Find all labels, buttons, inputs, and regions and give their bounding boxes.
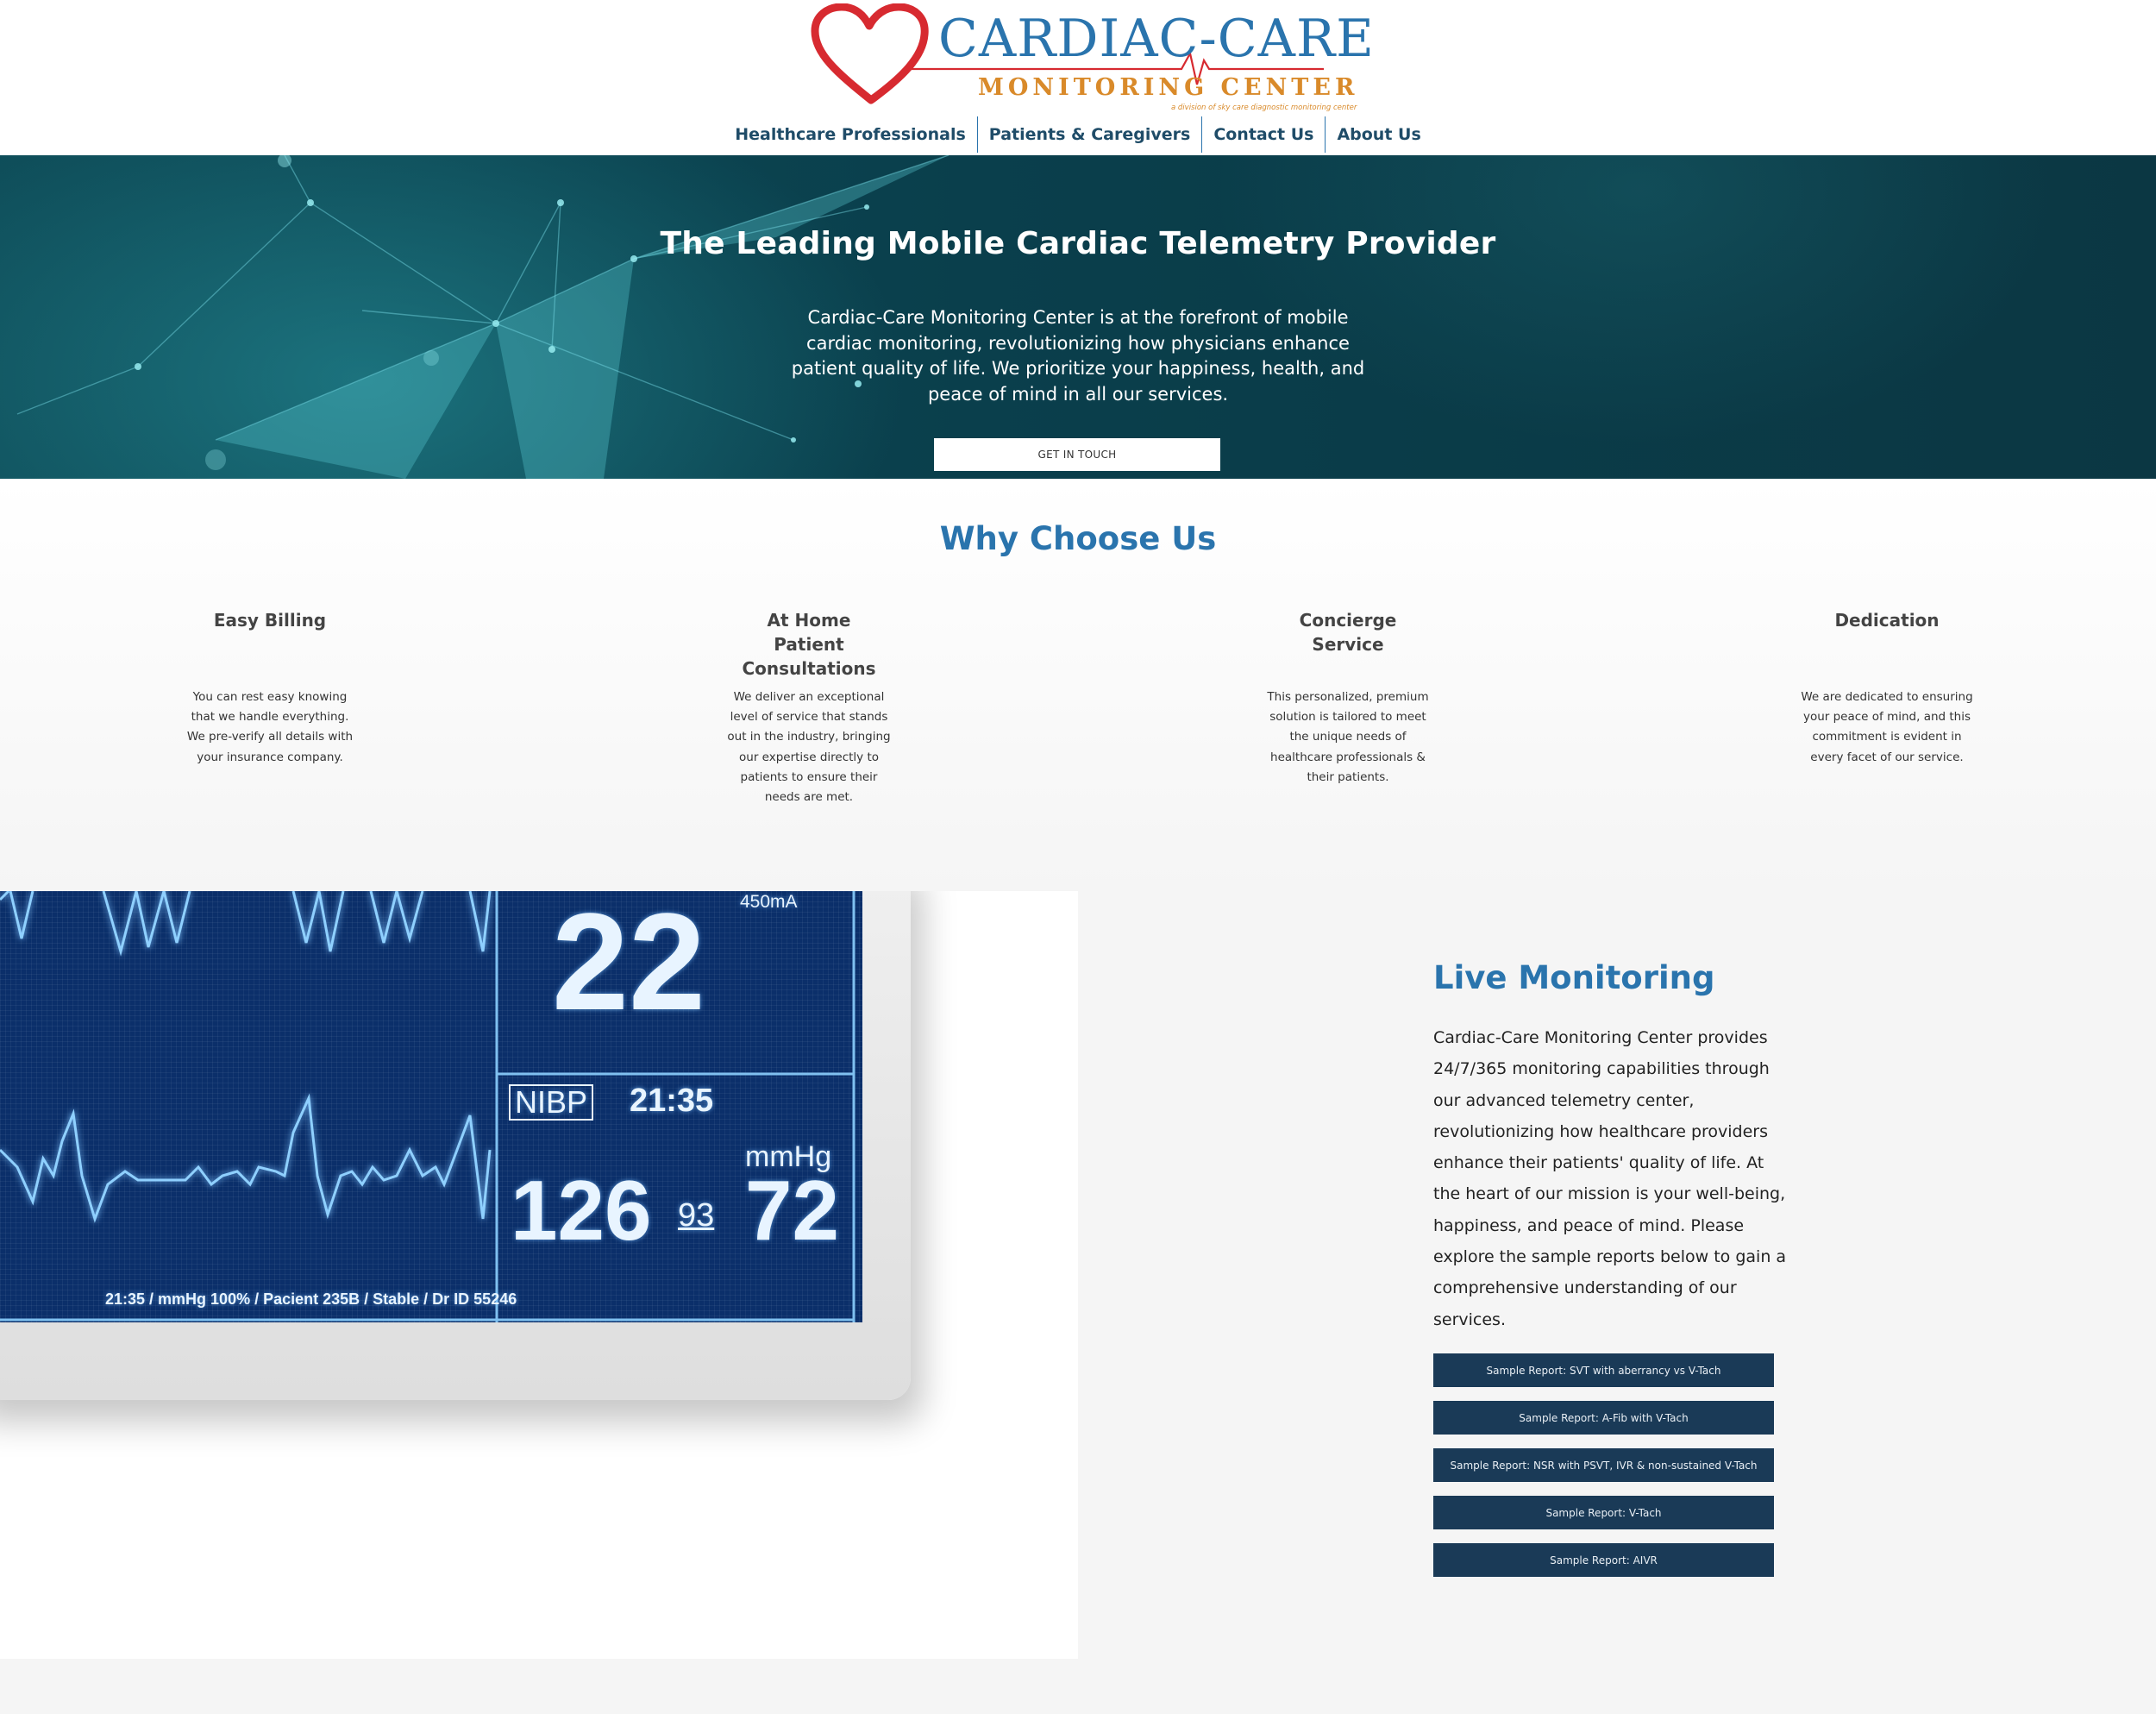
section-body: Cardiac-Care Monitoring Center provides … <box>1433 1028 1787 1329</box>
feature-text: This personalized, premium solution is t… <box>1267 690 1429 784</box>
logo-title: CARDIAC-CARE <box>938 9 1375 69</box>
nav-healthcare-professionals[interactable]: Healthcare Professionals <box>724 116 977 153</box>
logo-tagline: a division of sky care diagnostic monito… <box>1171 104 1357 112</box>
sample-report-button[interactable]: Sample Report: NSR with PSVT, IVR & non-… <box>1433 1448 1774 1482</box>
feature-dedication: Dedication We are dedicated to ensuring … <box>1775 608 1999 768</box>
feature-easy-billing: Easy Billing You can rest easy knowing t… <box>158 608 382 768</box>
feature-text: We deliver an exceptional level of servi… <box>727 690 891 805</box>
sample-report-button[interactable]: Sample Report: V-Tach <box>1433 1496 1774 1529</box>
monitor-footer: 21:35 / mmHg 100% / Pacient 235B / Stabl… <box>105 1290 517 1308</box>
main-nav: Healthcare Professionals Patients & Care… <box>0 116 2156 153</box>
nav-patients-caregivers[interactable]: Patients & Caregivers <box>976 116 1202 153</box>
feature-text: You can rest easy knowing that we handle… <box>186 690 354 764</box>
feature-title: Dedication <box>1834 610 1940 631</box>
monitor-time: 21:35 <box>630 1083 714 1119</box>
sample-report-button[interactable]: Sample Report: AIVR <box>1433 1543 1774 1577</box>
nav-about-us[interactable]: About Us <box>1325 116 1432 153</box>
nav-contact-us[interactable]: Contact Us <box>1201 116 1325 153</box>
logo-subtitle: MONITORING CENTER <box>978 74 1359 101</box>
section-title: Live Monitoring <box>1433 959 1715 996</box>
live-monitoring-section: Live Monitoring Cardiac-Care Monitoring … <box>1433 959 1796 1352</box>
section-title: Why Choose Us <box>939 520 1217 557</box>
site-header: CARDIAC-CARE MONITORING CENTER a divisio… <box>0 0 2156 155</box>
get-in-touch-button[interactable]: GET IN TOUCH <box>934 438 1220 471</box>
site-logo[interactable]: CARDIAC-CARE MONITORING CENTER a divisio… <box>811 3 1374 116</box>
sample-report-button[interactable]: Sample Report: A-Fib with V-Tach <box>1433 1401 1774 1435</box>
monitor-current: 450mA <box>740 892 798 912</box>
sample-report-button[interactable]: Sample Report: SVT with aberrancy vs V-T… <box>1433 1353 1774 1387</box>
monitor-heart-rate: 22 <box>552 891 705 1039</box>
monitor-mean: 93 <box>678 1197 715 1234</box>
feature-title: Concierge Service <box>1299 610 1397 655</box>
monitor-diastolic: 72 <box>745 1163 840 1258</box>
feature-at-home-consultations: At Home Patient Consultations We deliver… <box>697 608 921 807</box>
patient-monitor-image: 22 450mA NIBP 21:35 mmHg 126 93 72 21:35… <box>0 891 1078 1659</box>
monitor-nibp-label: NIBP <box>509 1084 594 1121</box>
monitor-systolic: 126 <box>511 1163 652 1258</box>
hero-banner: The Leading Mobile Cardiac Telemetry Pro… <box>0 155 2156 479</box>
feature-title: Easy Billing <box>213 610 327 631</box>
why-choose-us-section: Why Choose Us Easy Billing You can rest … <box>0 479 2156 891</box>
feature-title: At Home Patient Consultations <box>742 610 876 679</box>
feature-text: We are dedicated to ensuring your peace … <box>1801 690 1973 764</box>
hero-description: Cardiac-Care Monitoring Center is at the… <box>791 307 1365 405</box>
hero-title: The Leading Mobile Cardiac Telemetry Pro… <box>660 226 1496 261</box>
feature-concierge-service: Concierge Service This personalized, pre… <box>1236 608 1460 788</box>
monitor-waveforms <box>0 891 856 1322</box>
